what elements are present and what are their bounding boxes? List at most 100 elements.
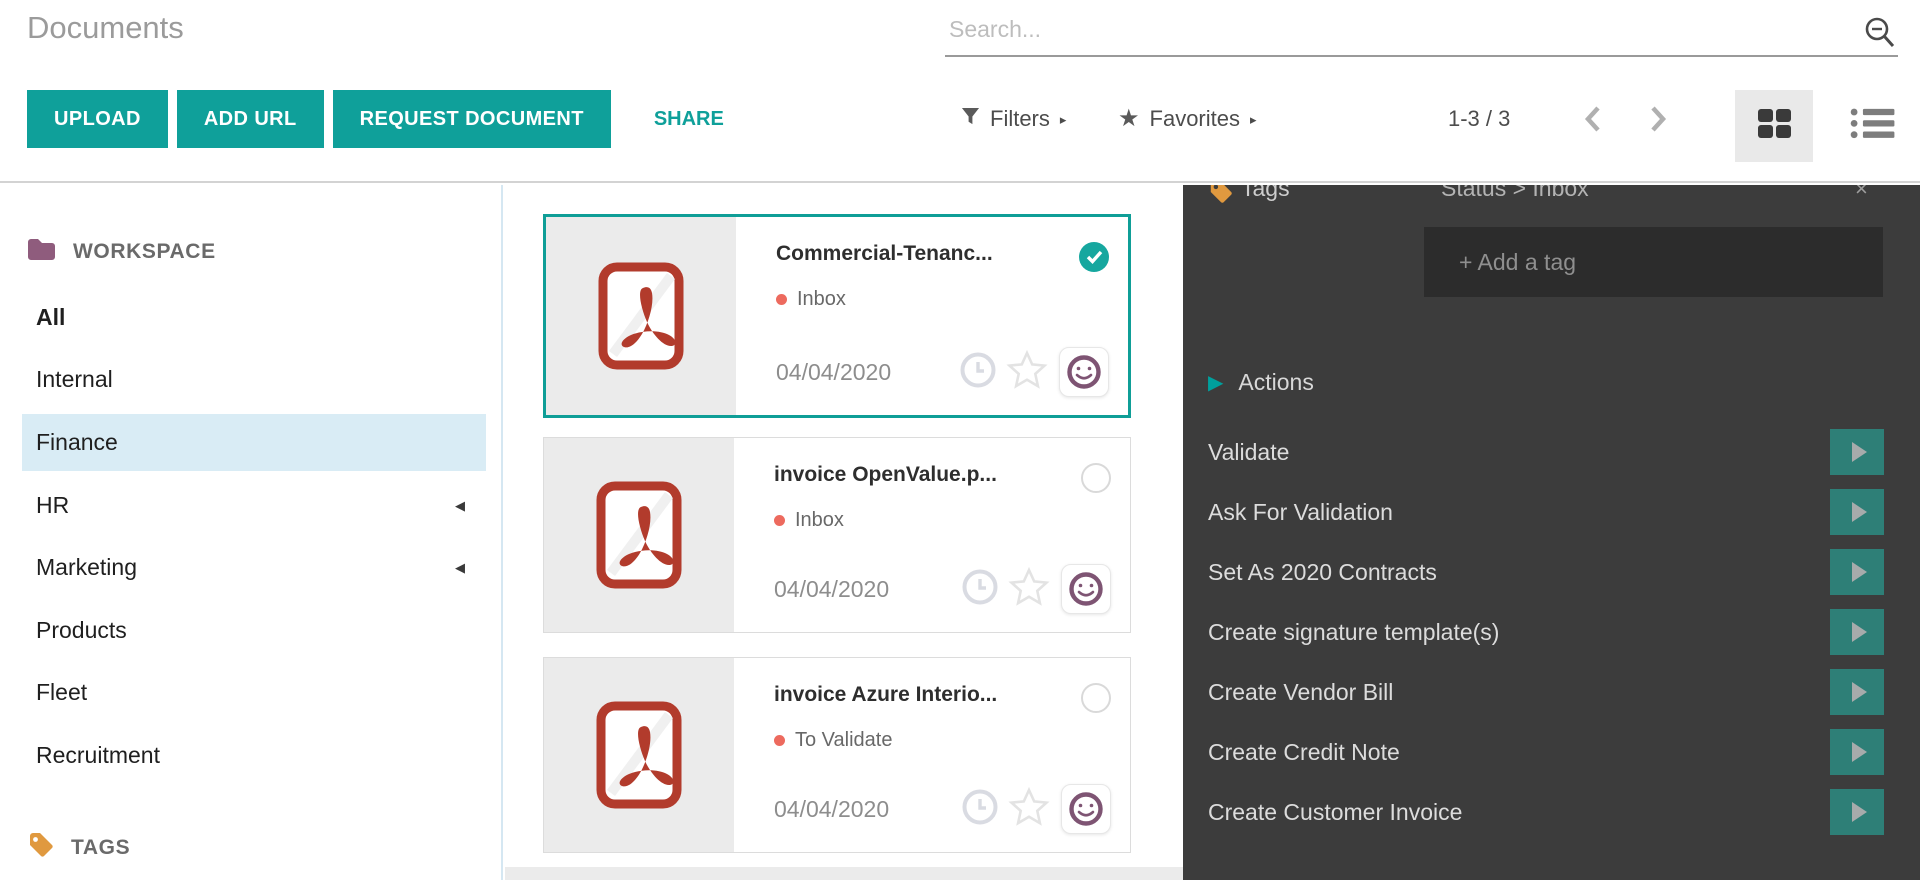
status-label: To Validate — [795, 729, 892, 752]
tag-breadcrumb: Status > Inbox — [1441, 185, 1589, 202]
actions-section-header[interactable]: ▶ Actions — [1208, 369, 1314, 396]
add-tag-input[interactable]: + Add a tag — [1424, 227, 1883, 297]
document-card[interactable]: Commercial-Tenanc... Inbox 04/04/2020 — [543, 214, 1131, 418]
action-row-set-as-2020-contracts: Set As 2020 Contracts — [1208, 542, 1884, 602]
action-label[interactable]: Validate — [1208, 439, 1830, 466]
avatar-smiley-icon[interactable] — [1061, 784, 1111, 834]
run-action-button[interactable] — [1830, 729, 1884, 775]
select-circle[interactable] — [1081, 683, 1111, 713]
pdf-thumbnail — [544, 658, 734, 852]
activity-clock-icon[interactable] — [961, 788, 999, 831]
pdf-thumbnail — [546, 217, 736, 415]
status-label: Inbox — [797, 288, 846, 311]
close-icon[interactable]: × — [1855, 185, 1868, 202]
document-date: 04/04/2020 — [774, 576, 952, 603]
list-view-button[interactable] — [1841, 102, 1905, 150]
action-label[interactable]: Ask For Validation — [1208, 499, 1830, 526]
pdf-icon — [595, 701, 683, 809]
pager-previous-button[interactable] — [1583, 90, 1603, 148]
search-icon[interactable] — [1864, 16, 1896, 50]
play-icon — [1852, 742, 1867, 762]
action-label[interactable]: Create Customer Invoice — [1208, 799, 1830, 826]
sidebar-item-label: Fleet — [36, 679, 87, 706]
pager-next-button[interactable] — [1648, 90, 1668, 148]
action-row-ask-for-validation: Ask For Validation — [1208, 482, 1884, 542]
add-url-button[interactable]: ADD URL — [177, 90, 324, 148]
kanban-area: Commercial-Tenanc... Inbox 04/04/2020 — [505, 185, 1183, 880]
sidebar-item-fleet[interactable]: Fleet — [22, 664, 486, 721]
documents-app: Documents UPLOAD ADD URL REQUEST DOCUMEN… — [0, 0, 1920, 880]
action-label[interactable]: Create signature template(s) — [1208, 619, 1830, 646]
action-label[interactable]: Create Vendor Bill — [1208, 679, 1830, 706]
activity-clock-icon[interactable] — [961, 568, 999, 611]
tags-section-header: TAGS — [27, 831, 130, 864]
sidebar-item-hr[interactable]: HR ◀ — [22, 477, 486, 534]
document-title: invoice OpenValue.p... — [774, 463, 1081, 487]
run-action-button[interactable] — [1830, 549, 1884, 595]
run-action-button[interactable] — [1830, 609, 1884, 655]
avatar-smiley-icon[interactable] — [1061, 564, 1111, 614]
grid-icon — [1757, 108, 1791, 144]
favorites-menu[interactable]: ★ Favorites ▸ — [1118, 90, 1257, 148]
play-icon — [1852, 502, 1867, 522]
select-circle[interactable] — [1081, 463, 1111, 493]
tag-icon — [27, 831, 54, 864]
document-title: Commercial-Tenanc... — [776, 242, 1079, 266]
actions-label: Actions — [1238, 369, 1313, 396]
sidebar-item-label: Finance — [36, 429, 118, 456]
card-body: invoice Azure Interio... To Validate 04/… — [734, 658, 1130, 852]
card-body: Commercial-Tenanc... Inbox 04/04/2020 — [736, 217, 1128, 415]
action-row-create-signature-templates: Create signature template(s) — [1208, 602, 1884, 662]
sidebar-item-label: HR — [36, 492, 69, 519]
sidebar-item-products[interactable]: Products — [22, 602, 486, 659]
pagination-counter: 1-3 / 3 — [1448, 90, 1510, 148]
sidebar-item-all[interactable]: All — [22, 289, 486, 346]
favorite-star-icon[interactable] — [1008, 787, 1050, 832]
caret-right-icon: ▸ — [1250, 110, 1257, 128]
sidebar-item-marketing[interactable]: Marketing ◀ — [22, 539, 486, 596]
favorite-star-icon[interactable] — [1008, 567, 1050, 612]
document-title: invoice Azure Interio... — [774, 683, 1081, 707]
sidebar-item-finance[interactable]: Finance — [22, 414, 486, 471]
status-row: To Validate — [774, 729, 1111, 752]
avatar-smiley-icon[interactable] — [1059, 347, 1109, 397]
horizontal-scrollbar[interactable] — [505, 867, 1183, 880]
action-label[interactable]: Create Credit Note — [1208, 739, 1830, 766]
page-title: Documents — [27, 10, 184, 46]
share-button[interactable]: SHARE — [654, 108, 724, 131]
action-row-create-customer-invoice: Create Customer Invoice — [1208, 782, 1884, 842]
sidebar-item-label: Internal — [36, 366, 113, 393]
status-dot-icon — [776, 294, 787, 305]
action-label[interactable]: Set As 2020 Contracts — [1208, 559, 1830, 586]
sidebar: WORKSPACE All Internal Finance HR ◀ Mark… — [0, 185, 503, 880]
sidebar-item-internal[interactable]: Internal — [22, 351, 486, 408]
action-row-create-credit-note: Create Credit Note — [1208, 722, 1884, 782]
upload-button[interactable]: UPLOAD — [27, 90, 168, 148]
favorite-star-icon[interactable] — [1006, 350, 1048, 395]
run-action-button[interactable] — [1830, 789, 1884, 835]
run-action-button[interactable] — [1830, 669, 1884, 715]
play-icon — [1852, 622, 1867, 642]
sidebar-item-label: Marketing — [36, 554, 137, 581]
search-input[interactable] — [945, 8, 1898, 57]
inspector-panel: Tags Status > Inbox × + Add a tag ▶ Acti… — [1183, 185, 1920, 880]
play-icon: ▶ — [1208, 373, 1223, 393]
run-action-button[interactable] — [1830, 429, 1884, 475]
run-action-button[interactable] — [1830, 489, 1884, 535]
activity-clock-icon[interactable] — [959, 351, 997, 394]
document-card[interactable]: invoice Azure Interio... To Validate 04/… — [543, 657, 1131, 853]
kanban-view-button[interactable] — [1735, 90, 1813, 162]
primary-buttons: UPLOAD ADD URL REQUEST DOCUMENT SHARE — [27, 90, 724, 148]
document-card[interactable]: invoice OpenValue.p... Inbox 04/04/2020 — [543, 437, 1131, 633]
pdf-icon — [597, 262, 685, 370]
request-document-button[interactable]: REQUEST DOCUMENT — [333, 90, 611, 148]
filters-menu[interactable]: Filters ▸ — [961, 90, 1066, 148]
sidebar-item-label: Products — [36, 617, 127, 644]
caret-right-icon: ▸ — [1060, 110, 1067, 128]
sidebar-item-recruitment[interactable]: Recruitment — [22, 727, 486, 784]
panel-tags-label: Tags — [1241, 185, 1290, 202]
favorites-star-icon: ★ — [1118, 107, 1140, 131]
folder-icon — [27, 237, 56, 266]
status-row: Inbox — [776, 288, 1109, 311]
selected-check-icon[interactable] — [1079, 242, 1109, 272]
